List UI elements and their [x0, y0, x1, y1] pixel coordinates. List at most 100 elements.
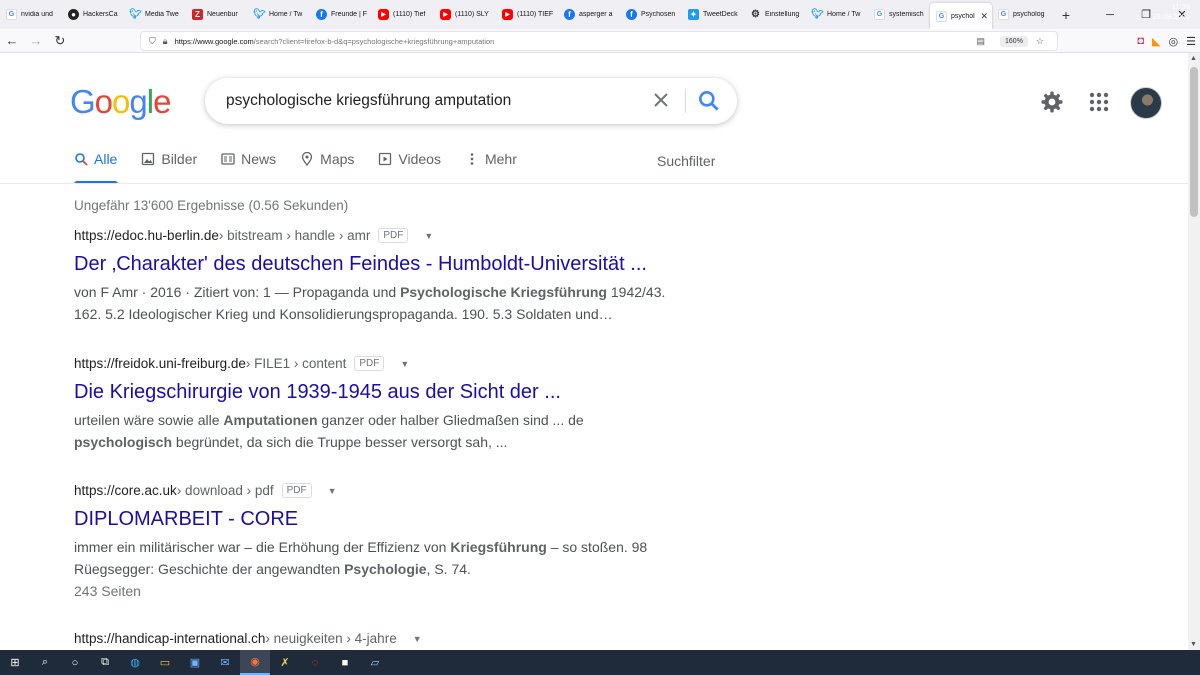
browser-tab[interactable]: ● HackersCa	[62, 0, 124, 29]
file-explorer-icon[interactable]: ▭	[150, 650, 180, 675]
browser-tab[interactable]: f Psychosen	[620, 0, 682, 29]
new-tab-button[interactable]: +	[1054, 0, 1078, 29]
tab-videos[interactable]: Videos	[378, 149, 441, 169]
browser-tab[interactable]: Z Neuenbur	[186, 0, 248, 29]
snippet-text: , S. 74.	[426, 561, 471, 577]
search-box[interactable]: psychologische kriegsführung amputation	[205, 78, 737, 124]
tab-title: Freunde | F	[331, 11, 368, 18]
browser-tab[interactable]: 🐦︎ Media Twe	[124, 0, 186, 29]
reader-view-icon[interactable]: ▤	[977, 36, 986, 47]
browser-tab[interactable]: ▶ (1110) Tief	[372, 0, 434, 29]
tab-mehr[interactable]: Mehr	[465, 149, 517, 169]
tab-bilder[interactable]: Bilder	[141, 149, 197, 169]
result-url[interactable]: https://freidok.uni-freiburg.de › FILE1 …	[74, 356, 674, 371]
browser-tab[interactable]: 🐦︎ Home / Tw	[806, 0, 868, 29]
clear-search-icon[interactable]	[649, 88, 673, 112]
browser-tab[interactable]: Gpsycholog	[992, 0, 1054, 29]
video-icon	[379, 152, 392, 166]
result-title-link[interactable]: Die Kriegschirurgie von 1939-1945 aus de…	[74, 379, 674, 405]
page-scrollbar[interactable]: ▲ ▼	[1188, 53, 1200, 650]
tab-title: nvidia und	[21, 11, 53, 18]
google-icon: G	[998, 9, 1009, 20]
system-clock[interactable]: 11:38 29.09.2021	[1152, 2, 1190, 22]
result-url[interactable]: https://edoc.hu-berlin.de › bitstream › …	[74, 228, 674, 243]
result-page-count: 243 Seiten	[74, 583, 141, 599]
result-url[interactable]: https://core.ac.uk › download › pdf PDF ▼	[74, 483, 674, 498]
account-icon[interactable]: ◎	[1169, 35, 1179, 48]
store-icon[interactable]: ▣	[180, 650, 210, 675]
navigation-bar: ← → ↻ ⛉ 🔒︎ https://www.google.com /searc…	[0, 29, 1200, 53]
mail-icon[interactable]: ✉	[210, 650, 240, 675]
z-icon: Z	[192, 9, 203, 20]
notepad-icon[interactable]: ▱	[360, 650, 390, 675]
app-icon[interactable]: ■	[330, 650, 360, 675]
browser-tab-active[interactable]: Gpsychol ✕	[930, 3, 992, 29]
search-icon[interactable]	[696, 88, 722, 114]
result-menu-chevron-icon[interactable]: ▼	[413, 634, 422, 644]
xmind-icon[interactable]: ✗	[270, 650, 300, 675]
tab-maps[interactable]: Maps	[300, 149, 354, 169]
forward-button[interactable]: →	[24, 29, 48, 53]
tweetdeck-icon: ✦	[688, 9, 699, 20]
tab-news[interactable]: News	[221, 149, 276, 169]
extension-icon[interactable]: ◣	[1152, 35, 1160, 48]
search-input[interactable]: psychologische kriegsführung amputation	[226, 92, 511, 110]
account-avatar[interactable]	[1130, 87, 1162, 119]
google-logo[interactable]: Google	[70, 83, 171, 121]
result-menu-chevron-icon[interactable]: ▼	[400, 359, 409, 369]
close-tab-icon[interactable]: ✕	[980, 11, 988, 22]
result-stats: Ungefähr 13'600 Ergebnisse (0.56 Sekunde…	[74, 198, 349, 213]
url-bar[interactable]: ⛉ 🔒︎ https://www.google.com /search?clie…	[140, 31, 1058, 51]
back-button[interactable]: ←	[0, 29, 24, 53]
edge-icon[interactable]: ◍	[120, 650, 150, 675]
search-icon[interactable]: ⌕	[30, 650, 60, 675]
browser-tab[interactable]: 🐦︎ Home / Tw	[248, 0, 310, 29]
browser-tab[interactable]: Gsystemisch	[868, 0, 930, 29]
tab-title: Home / Tw	[827, 11, 861, 18]
browser-tab[interactable]: ✦ TweetDeck	[682, 0, 744, 29]
snippet-text: immer ein militärischer war – die Erhöhu…	[74, 539, 451, 555]
search-result: https://handicap-international.ch › neui…	[74, 631, 674, 646]
browser-tab[interactable]: ▶ (1110) SLY	[434, 0, 496, 29]
result-snippet: urteilen wäre sowie alle Amputationen ga…	[74, 409, 674, 453]
minimize-button[interactable]: ─	[1092, 0, 1128, 29]
windows-start-icon[interactable]: ⊞	[0, 650, 30, 675]
result-title-link[interactable]: Der ‚Charakter' des deutschen Feindes - …	[74, 251, 674, 277]
ubuntu-icon[interactable]: ◌	[300, 650, 330, 675]
browser-tab[interactable]: ⚙ Einstellung	[744, 0, 806, 29]
tab-alle[interactable]: Alle	[74, 149, 117, 169]
firefox-icon[interactable]: ◉	[240, 650, 270, 675]
reload-button[interactable]: ↻	[48, 29, 72, 53]
scrollbar-thumb[interactable]	[1190, 67, 1198, 217]
menu-icon[interactable]: ☰	[1186, 35, 1196, 48]
browser-tab[interactable]: Gnvidia und	[0, 0, 62, 29]
map-pin-icon	[302, 152, 313, 166]
result-snippet: immer ein militärischer war – die Erhöhu…	[74, 536, 674, 580]
snippet-highlight: Psychologie	[344, 561, 427, 577]
tab-title: (1110) TIEF	[517, 11, 554, 18]
zoom-level[interactable]: 160%	[1000, 35, 1028, 47]
browser-tab[interactable]: f asperger a	[558, 0, 620, 29]
image-icon	[142, 152, 155, 166]
settings-gear-icon[interactable]	[1040, 90, 1064, 114]
result-menu-chevron-icon[interactable]: ▼	[328, 486, 337, 496]
scroll-down-arrow-icon[interactable]: ▼	[1190, 641, 1197, 648]
shield-icon[interactable]: ⛉	[149, 36, 156, 47]
browser-tab[interactable]: f Freunde | F	[310, 0, 372, 29]
result-menu-chevron-icon[interactable]: ▼	[424, 231, 433, 241]
cortana-icon[interactable]: ○	[60, 650, 90, 675]
tab-title: psychol	[951, 12, 975, 20]
result-url[interactable]: https://handicap-international.ch › neui…	[74, 631, 674, 646]
tab-title: HackersCa	[83, 11, 118, 18]
google-apps-icon[interactable]	[1088, 91, 1110, 113]
bookmark-star-icon[interactable]: ☆	[1036, 36, 1044, 47]
scroll-up-arrow-icon[interactable]: ▲	[1190, 55, 1197, 62]
lock-icon[interactable]: 🔒︎	[163, 36, 168, 47]
result-title-link[interactable]: DIPLOMARBEIT - CORE	[74, 506, 674, 532]
snippet-text: ganzer oder halber Gliedmaßen sind ... d…	[317, 412, 584, 428]
search-result: https://core.ac.uk › download › pdf PDF ▼ D…	[74, 483, 674, 602]
search-filter-button[interactable]: Suchfilter	[657, 153, 715, 169]
task-view-icon[interactable]: ⧉	[90, 650, 120, 675]
browser-tab[interactable]: ▶ (1110) TIEF	[496, 0, 558, 29]
pocket-icon[interactable]: ◘	[1137, 35, 1144, 47]
